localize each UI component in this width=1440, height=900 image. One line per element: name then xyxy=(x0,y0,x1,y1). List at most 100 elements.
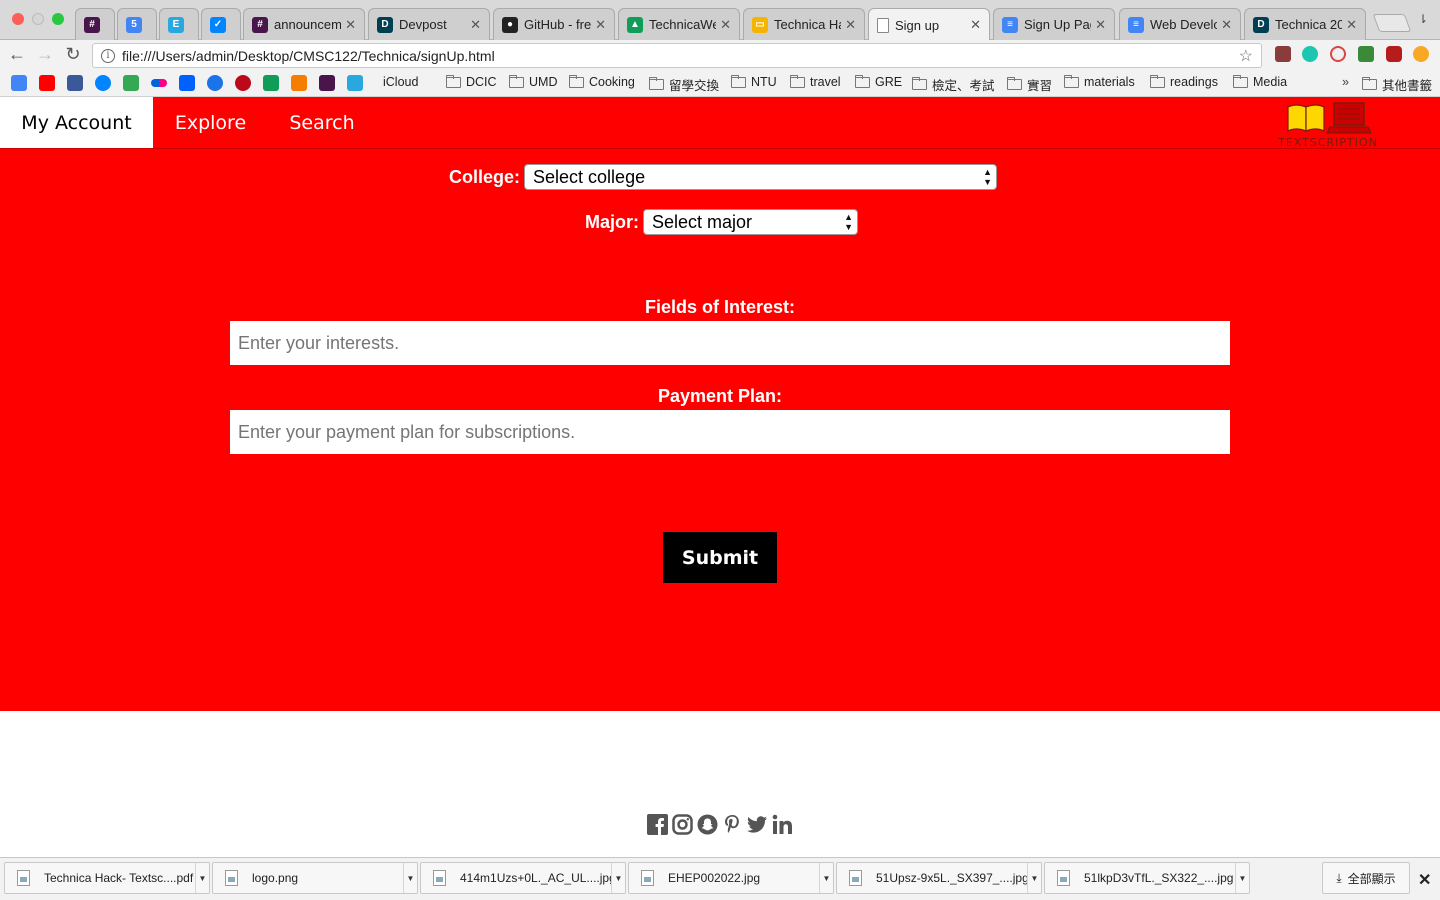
textscription-logo[interactable]: TEXTSCRIPTION xyxy=(1278,101,1378,149)
browser-tab[interactable]: Sign up ✕ xyxy=(868,8,990,41)
twitter-icon[interactable] xyxy=(746,813,768,835)
close-tab-icon[interactable]: ✕ xyxy=(720,17,731,33)
download-menu-icon[interactable]: ▼ xyxy=(819,863,833,893)
browser-tab[interactable]: D Devpost ✕ xyxy=(368,8,490,40)
bookmark-item[interactable]: iCloud xyxy=(378,75,418,89)
close-tab-icon[interactable]: ✕ xyxy=(1221,17,1232,33)
browser-tab[interactable]: # xyxy=(75,8,115,40)
nav-my-account[interactable]: My Account xyxy=(0,97,153,148)
close-tab-icon[interactable]: ✕ xyxy=(345,17,356,33)
nav-search[interactable]: Search xyxy=(268,97,376,148)
extension-icon[interactable] xyxy=(1275,46,1291,62)
browser-tab[interactable]: ● GitHub - fres ✕ xyxy=(493,8,615,40)
extension-icon[interactable] xyxy=(1358,46,1374,62)
slack-icon[interactable] xyxy=(319,75,335,91)
maps-icon[interactable] xyxy=(123,75,139,91)
download-item[interactable]: 414m1Uzs+0L._AC_UL....jpg ▼ xyxy=(420,862,626,894)
close-tab-icon[interactable]: ✕ xyxy=(845,17,856,33)
google-drive-icon[interactable] xyxy=(263,75,279,91)
show-all-downloads-button[interactable]: ⤓ 全部顯示 xyxy=(1322,862,1410,894)
new-tab-button[interactable] xyxy=(1372,14,1412,32)
download-item[interactable]: EHEP002022.jpg ▼ xyxy=(628,862,834,894)
download-filename: 414m1Uzs+0L._AC_UL....jpg xyxy=(460,871,611,885)
bookmark-item[interactable]: GRE xyxy=(854,74,902,89)
address-bar[interactable]: i file:///Users/admin/Desktop/CMSC122/Te… xyxy=(92,43,1262,68)
download-menu-icon[interactable]: ▼ xyxy=(403,863,417,893)
browser-tab[interactable]: # announceme✕ xyxy=(243,8,365,40)
bookmark-item[interactable]: 檢定、考試 xyxy=(911,75,995,94)
s-icon[interactable] xyxy=(207,75,223,91)
dropbox-icon[interactable] xyxy=(179,75,195,91)
browser-tab[interactable]: D Technica 20 ✕ xyxy=(1244,8,1366,40)
extension-icon[interactable] xyxy=(1330,46,1346,62)
close-window-button[interactable] xyxy=(12,13,24,25)
payment-input[interactable] xyxy=(230,410,1230,454)
browser-tab[interactable]: ▭ Technica Ha ✕ xyxy=(743,8,865,40)
youtube-icon[interactable] xyxy=(39,75,55,91)
browser-tab[interactable]: ≡ Web Develop ✕ xyxy=(1119,8,1241,40)
pinterest-icon[interactable] xyxy=(235,75,251,91)
bookmark-item[interactable]: Media xyxy=(1232,74,1287,89)
nav-explore[interactable]: Explore xyxy=(153,97,268,148)
alert-icon[interactable] xyxy=(1413,46,1429,62)
submit-button[interactable]: Submit xyxy=(663,532,777,583)
download-item[interactable]: Technica Hack- Textsc....pdf ▼ xyxy=(4,862,210,894)
bookmark-item[interactable]: NTU xyxy=(730,74,777,89)
major-select[interactable]: Select major ▲ ▼ xyxy=(643,209,858,235)
download-menu-icon[interactable]: ▼ xyxy=(1027,863,1041,893)
calendar-icon[interactable] xyxy=(11,75,27,91)
download-menu-icon[interactable]: ▼ xyxy=(611,863,625,893)
blogger-icon[interactable] xyxy=(291,75,307,91)
close-tab-icon[interactable]: ✕ xyxy=(470,17,481,33)
google-docs-icon: ≡ xyxy=(1002,16,1018,33)
extension-icon[interactable] xyxy=(1302,46,1318,62)
download-item[interactable]: logo.png ▼ xyxy=(212,862,418,894)
profile-icon[interactable]: ⇂ xyxy=(1418,12,1428,26)
pinterest-icon[interactable] xyxy=(721,813,743,835)
bookmark-item[interactable]: 留學交換 xyxy=(648,75,719,94)
browser-tab[interactable]: ✓ xyxy=(201,8,241,40)
browser-tab[interactable]: ≡ Sign Up Pag ✕ xyxy=(993,8,1115,40)
bookmark-item[interactable]: 實習 xyxy=(1006,75,1052,94)
download-item[interactable]: 51lkpD3vTfL._SX322_....jpg ▼ xyxy=(1044,862,1250,894)
download-menu-icon[interactable]: ▼ xyxy=(1235,863,1249,893)
back-button[interactable]: ← xyxy=(6,44,28,65)
browser-tab[interactable]: E xyxy=(159,8,199,40)
download-menu-icon[interactable]: ▼ xyxy=(195,863,209,893)
forward-button[interactable]: → xyxy=(34,44,56,65)
bookmark-item[interactable]: UMD xyxy=(508,74,557,89)
elevated-icon[interactable] xyxy=(347,75,363,91)
download-item[interactable]: 51Upsz-9x5L._SX397_....jpg ▼ xyxy=(836,862,1042,894)
bookmark-item[interactable]: readings xyxy=(1149,74,1218,89)
ublock-icon[interactable] xyxy=(1386,46,1402,62)
facebook-icon[interactable] xyxy=(646,813,668,835)
reload-button[interactable]: ↻ xyxy=(62,44,84,65)
facebook-icon[interactable] xyxy=(67,75,83,91)
bookmark-item[interactable]: materials xyxy=(1063,74,1135,89)
tab-title: Web Develop xyxy=(1150,17,1217,32)
bookmark-item[interactable]: Cooking xyxy=(568,74,635,89)
browser-tab[interactable]: ▲ TechnicaWel ✕ xyxy=(618,8,740,40)
browser-tab[interactable]: 5 xyxy=(117,8,157,40)
snapchat-icon[interactable] xyxy=(696,813,718,835)
bookmark-star-icon[interactable]: ☆ xyxy=(1239,46,1253,66)
close-tab-icon[interactable]: ✕ xyxy=(1346,17,1357,33)
close-downloads-icon[interactable]: ✕ xyxy=(1418,870,1431,890)
college-select[interactable]: Select college ▲ ▼ xyxy=(524,164,998,190)
minimize-window-button[interactable] xyxy=(32,13,44,25)
messenger-icon[interactable] xyxy=(95,75,111,91)
info-icon[interactable]: i xyxy=(101,48,115,63)
zoom-window-button[interactable] xyxy=(52,13,64,25)
close-tab-icon[interactable]: ✕ xyxy=(1095,17,1106,33)
bookmark-label: iCloud xyxy=(383,75,419,89)
bookmark-item[interactable]: DCIC xyxy=(445,74,497,89)
bookmarks-overflow-button[interactable]: » xyxy=(1342,75,1349,89)
linkedin-icon[interactable] xyxy=(771,813,793,835)
close-tab-icon[interactable]: ✕ xyxy=(970,17,981,33)
instagram-icon[interactable] xyxy=(671,813,693,835)
flickr-icon[interactable] xyxy=(151,79,167,87)
bookmark-other[interactable]: 其他書籤 xyxy=(1361,75,1432,94)
interests-input[interactable] xyxy=(230,321,1230,365)
close-tab-icon[interactable]: ✕ xyxy=(595,17,606,33)
bookmark-item[interactable]: travel xyxy=(789,74,841,89)
